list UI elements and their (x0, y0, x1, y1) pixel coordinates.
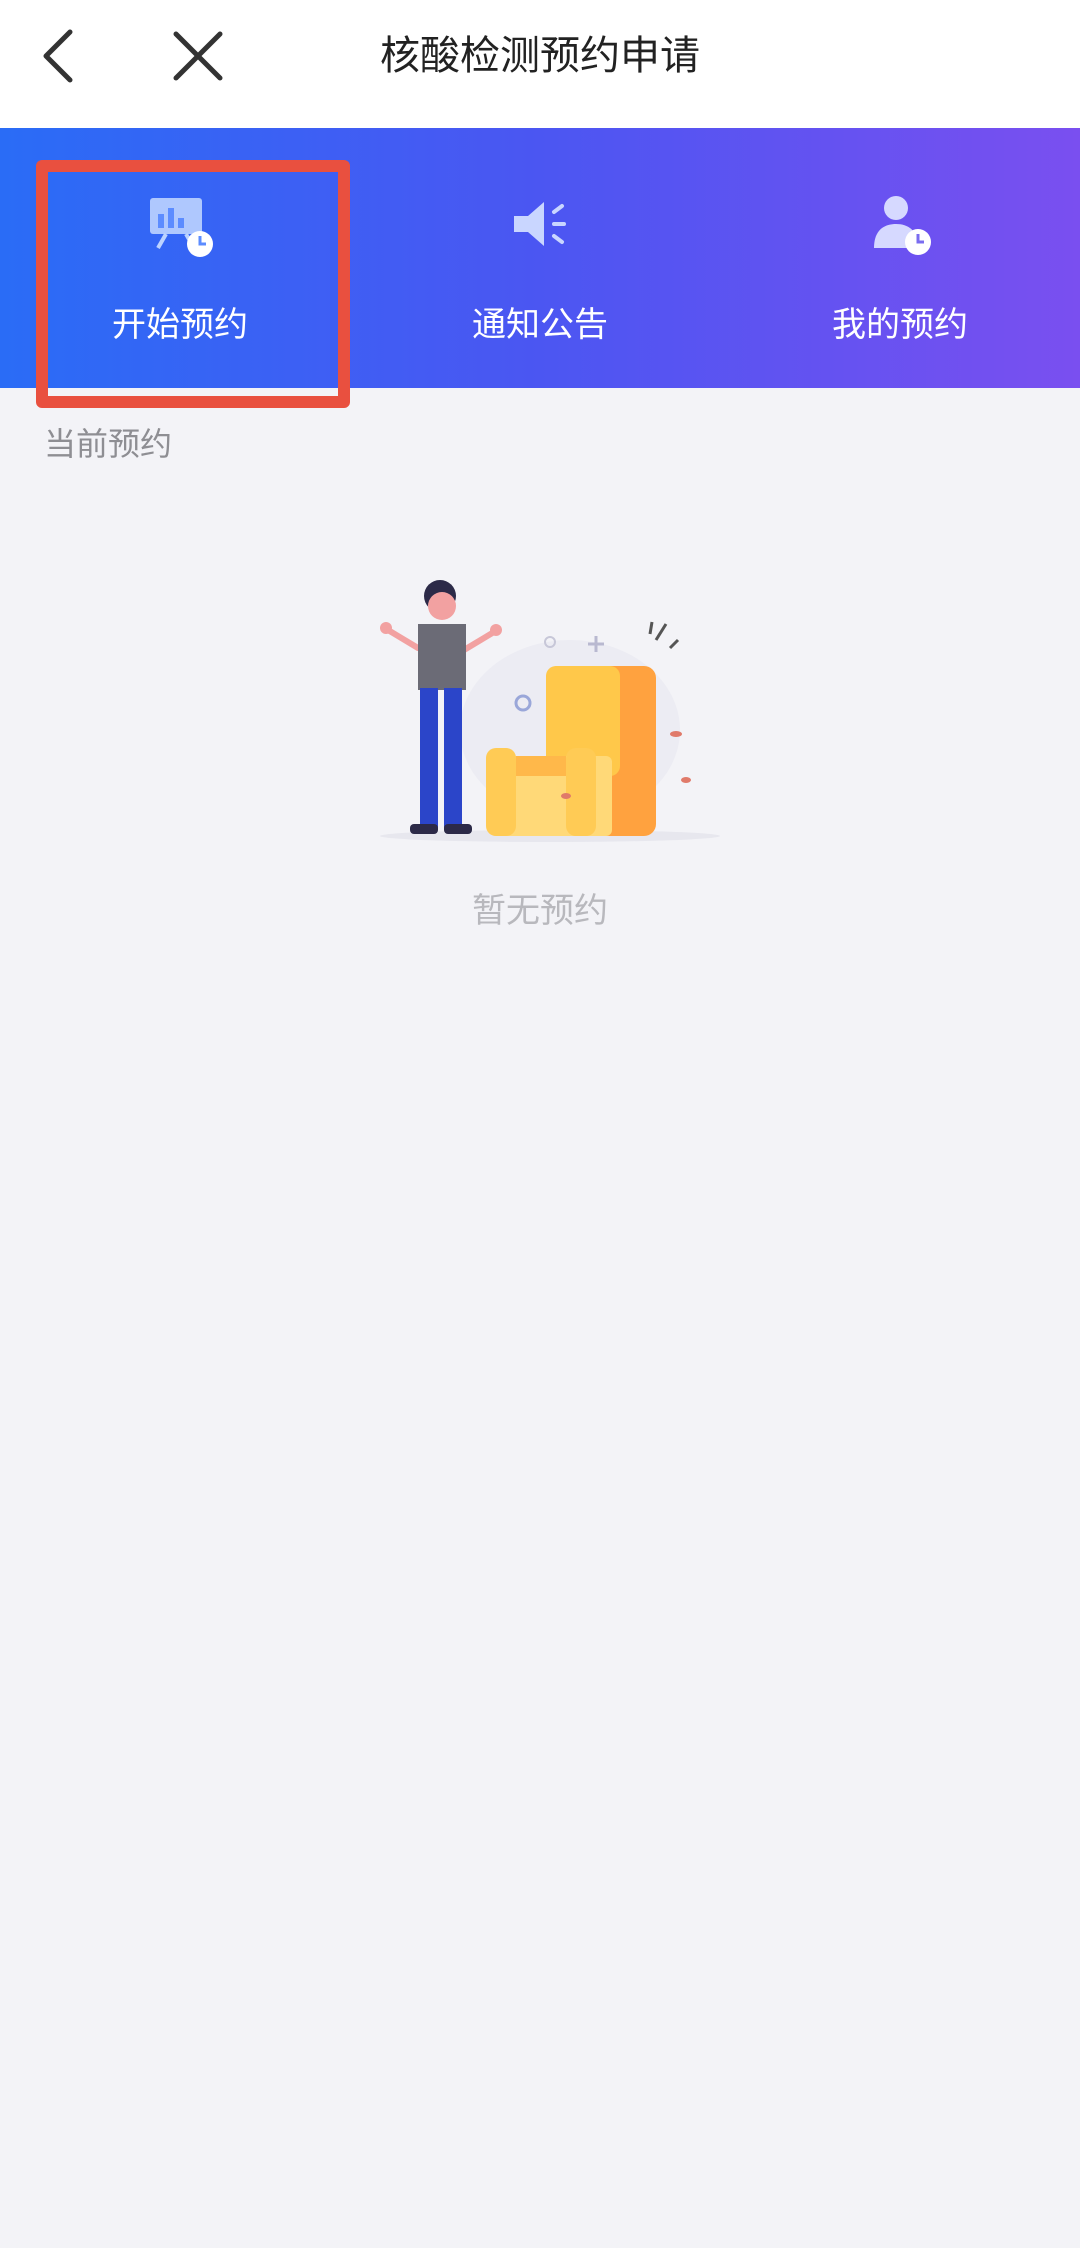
megaphone-icon (504, 188, 576, 260)
menu-label: 通知公告 (472, 305, 608, 345)
menu-label: 开始预约 (112, 305, 248, 345)
section-label: 当前预约 (44, 425, 173, 463)
presentation-clock-icon (144, 188, 216, 260)
menu-notices[interactable]: 通知公告 (390, 128, 690, 388)
menu-start-appointment[interactable]: 开始预约 (30, 128, 330, 388)
empty-state-illustration (360, 570, 730, 850)
menu-label: 我的预约 (832, 305, 968, 345)
feature-banner: 开始预约 通知公告 我的预约 (0, 128, 1080, 388)
empty-state-text: 暂无预约 (472, 891, 608, 931)
user-clock-icon (864, 188, 936, 260)
menu-my-appointments[interactable]: 我的预约 (750, 128, 1050, 388)
nav-bar: 核酸检测预约申请 (0, 0, 1080, 128)
page-title: 核酸检测预约申请 (380, 33, 700, 79)
